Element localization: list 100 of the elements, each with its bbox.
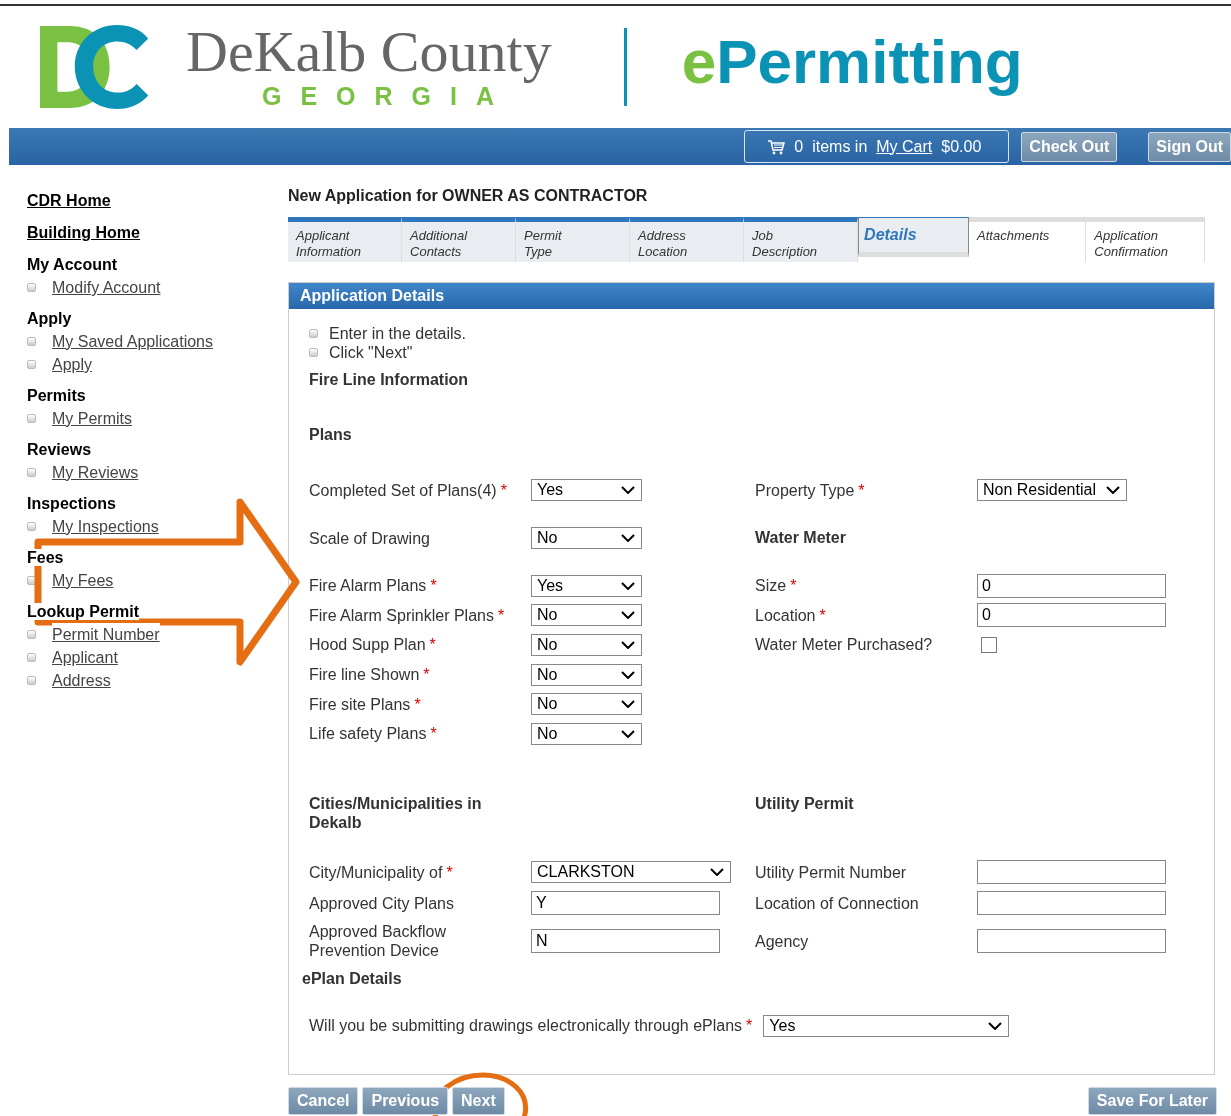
chevron-down-icon xyxy=(988,1022,1003,1031)
chevron-down-icon xyxy=(621,581,635,590)
bullet-icon xyxy=(27,653,36,662)
bullet-icon xyxy=(27,630,36,639)
field-label: Water Meter Purchased? xyxy=(755,636,933,654)
chevron-down-icon xyxy=(621,611,635,620)
field-label: Will you be submitting drawings electronically through ePlans xyxy=(309,1017,743,1036)
cart-link[interactable]: My Cart xyxy=(876,137,933,156)
field-label: Location xyxy=(755,606,816,624)
bullet-icon xyxy=(27,522,36,531)
instruction-text: Enter in the details. xyxy=(329,324,466,343)
nav-group-title: My Account xyxy=(27,256,118,273)
required-asterisk: * xyxy=(430,577,437,595)
dropdown[interactable]: No xyxy=(531,604,642,627)
bullet-icon xyxy=(27,576,36,585)
field-label: Property Type xyxy=(755,480,855,500)
dropdown[interactable]: Non Residential xyxy=(977,479,1127,501)
input-field[interactable]: N xyxy=(531,929,720,954)
required-asterisk: * xyxy=(746,1017,753,1036)
nav-group-title: Reviews xyxy=(27,441,92,458)
cart-count: 0 xyxy=(794,137,804,156)
chevron-down-icon xyxy=(1105,486,1120,494)
required-asterisk: * xyxy=(500,480,507,500)
section-heading: Cities/Municipalities in Dekalb xyxy=(309,793,483,832)
required-asterisk: * xyxy=(819,606,826,624)
input-field[interactable] xyxy=(977,891,1166,916)
panel-header: Application Details xyxy=(289,283,1214,309)
required-asterisk: * xyxy=(446,863,453,881)
chevron-down-icon xyxy=(621,486,635,494)
field-label: Completed Set of Plans(4) xyxy=(309,480,497,500)
bullet-icon xyxy=(27,468,36,477)
step-tab[interactable]: Address Location xyxy=(630,217,745,262)
input-field[interactable]: 0 xyxy=(977,603,1166,628)
field-label: Size xyxy=(755,577,787,595)
bullet-icon xyxy=(27,337,36,346)
field-label: Scale of Drawing xyxy=(309,528,430,548)
field-label: City/Municipality of xyxy=(309,863,443,881)
dropdown[interactable]: No xyxy=(531,634,642,656)
cart-text: items in xyxy=(812,137,868,156)
nav-group-title: Lookup Permit xyxy=(27,603,139,620)
chevron-down-icon xyxy=(621,729,635,738)
required-asterisk: * xyxy=(423,666,430,684)
step-tab[interactable]: Additional Contacts xyxy=(402,217,517,262)
field-label: Fire site Plans xyxy=(309,695,411,713)
step-tab[interactable]: Details xyxy=(858,217,970,257)
dropdown[interactable]: No xyxy=(531,693,642,716)
step-tab[interactable]: Job Description xyxy=(744,217,859,262)
step-tab[interactable]: Applicant Information xyxy=(288,217,402,262)
bullet-icon xyxy=(309,329,318,338)
required-asterisk: * xyxy=(497,606,505,624)
required-asterisk: * xyxy=(790,577,797,595)
required-asterisk: * xyxy=(429,636,436,654)
required-asterisk: * xyxy=(430,725,437,743)
field-label: Approved City Plans xyxy=(309,894,454,912)
bullet-icon xyxy=(27,360,36,369)
dropdown[interactable]: Yes xyxy=(763,1015,1010,1038)
field-label: Approved Backflow Prevention Device xyxy=(309,923,446,960)
chevron-down-icon xyxy=(710,868,724,877)
input-field[interactable]: 0 xyxy=(977,573,1166,598)
input-field[interactable] xyxy=(977,929,1166,954)
dropdown[interactable]: No xyxy=(531,722,642,745)
bullet-icon xyxy=(27,414,36,423)
dropdown[interactable]: No xyxy=(531,527,642,549)
field-label: Fire line Shown xyxy=(309,666,420,684)
nav-link[interactable]: CDR Home xyxy=(27,192,111,209)
field-label: Fire Alarm Sprinkler Plans xyxy=(309,606,494,624)
chevron-down-icon xyxy=(621,534,635,542)
input-field[interactable]: Y xyxy=(531,891,720,916)
field-label: Hood Supp Plan xyxy=(309,636,426,654)
nav-link[interactable]: Building Home xyxy=(27,224,140,241)
section-heading: Plans xyxy=(309,425,353,444)
dropdown[interactable]: No xyxy=(531,663,642,686)
field-label: Agency xyxy=(755,932,809,950)
nav-group-title: Inspections xyxy=(27,495,116,512)
step-tab[interactable]: Permit Type xyxy=(516,217,631,262)
bullet-icon xyxy=(309,348,318,357)
nav-group-title: Fees xyxy=(27,549,64,566)
section-heading: Water Meter xyxy=(755,529,846,547)
field-label: Location of Connection xyxy=(755,894,919,912)
bullet-icon xyxy=(27,283,36,292)
dropdown[interactable]: Yes xyxy=(531,479,642,501)
field-label: Utility Permit Number xyxy=(755,863,907,881)
section-heading: ePlan Details xyxy=(302,969,403,989)
dropdown[interactable]: CLARKSTON xyxy=(531,861,731,884)
bullet-icon xyxy=(27,676,36,685)
required-asterisk: * xyxy=(414,695,421,713)
cart-icon xyxy=(767,138,786,155)
chevron-down-icon xyxy=(621,700,635,709)
chevron-down-icon xyxy=(621,670,635,679)
checkbox[interactable] xyxy=(981,637,997,653)
input-field[interactable] xyxy=(977,860,1166,885)
chevron-down-icon xyxy=(621,641,635,649)
step-tab[interactable]: Attachments xyxy=(969,217,1087,262)
section-heading: Utility Permit xyxy=(755,793,855,813)
state-name: GEORGIA xyxy=(262,82,514,111)
step-tab[interactable]: Application Confirmation xyxy=(1086,217,1206,262)
dropdown[interactable]: Yes xyxy=(531,574,642,597)
instruction-text: Click "Next" xyxy=(329,343,413,362)
cart-total: $0.00 xyxy=(941,137,982,156)
county-name: DeKalb County xyxy=(186,23,552,81)
